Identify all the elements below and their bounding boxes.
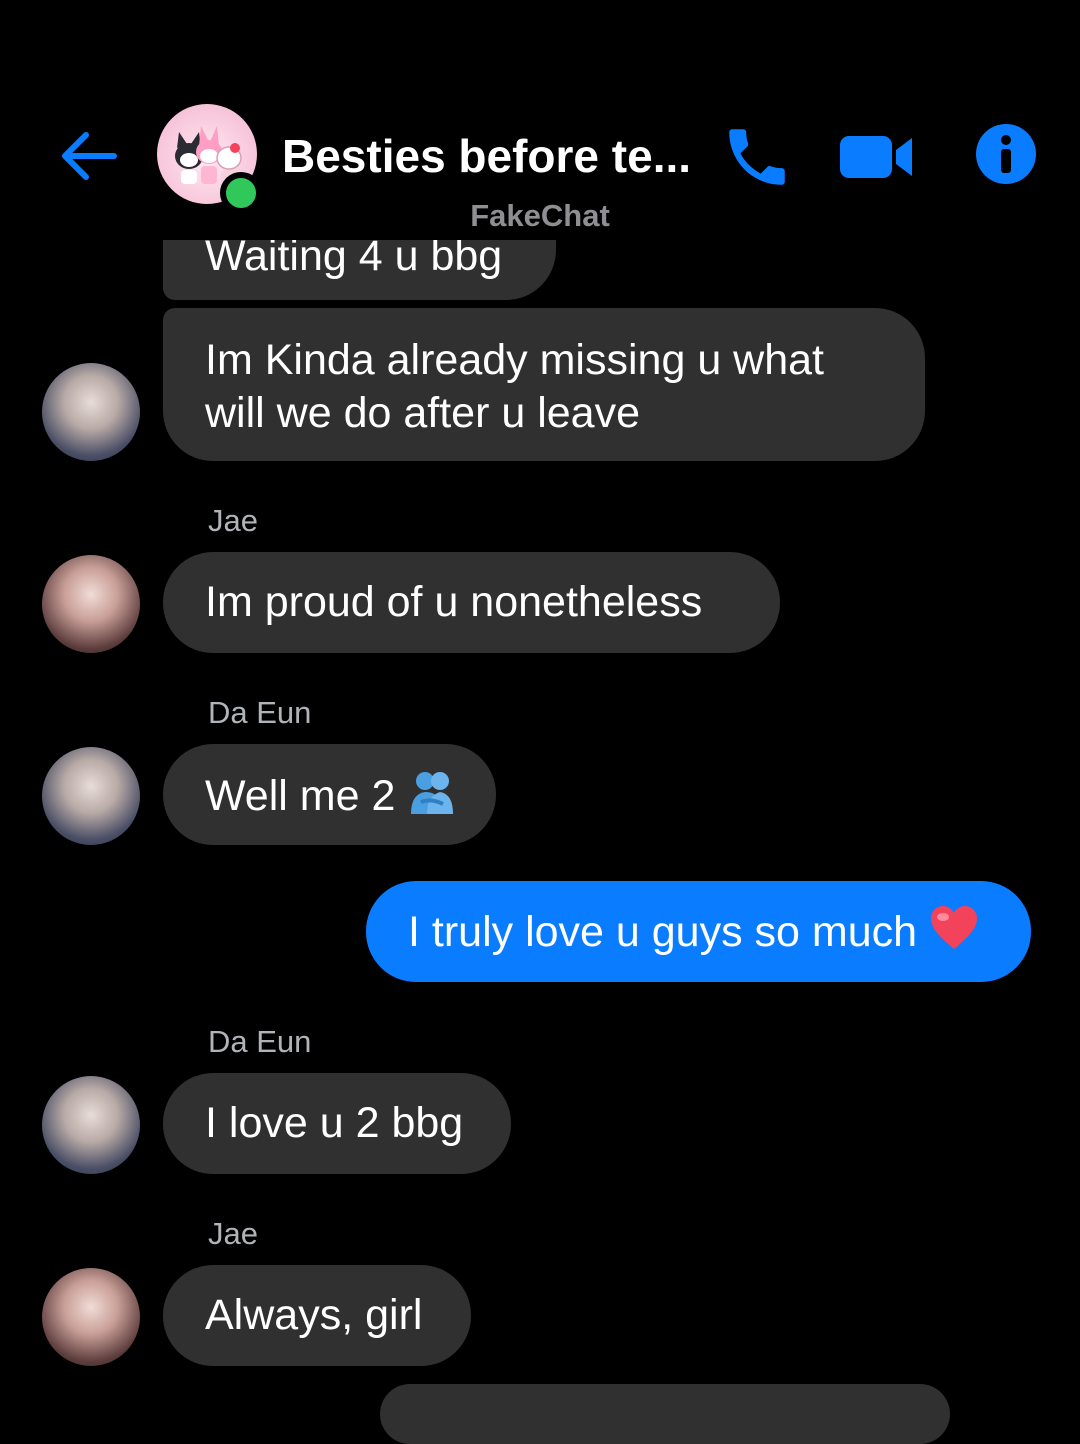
video-camera-icon <box>840 136 912 178</box>
message-text: Im proud of u nonetheless <box>205 578 703 626</box>
message-bubble-incoming[interactable]: Well me 2 <box>163 744 496 845</box>
voice-call-button[interactable] <box>720 120 794 194</box>
message-text: Well me 2 <box>205 771 396 820</box>
sender-avatar-jae[interactable] <box>42 555 140 653</box>
sender-name: Da Eun <box>208 695 312 730</box>
back-arrow-icon <box>62 132 117 180</box>
watermark-label: FakeChat <box>470 198 610 233</box>
message-text: I love u 2 bbg <box>205 1099 464 1147</box>
chat-header: Besties before te... FakeChat <box>0 0 1080 240</box>
sender-avatar-jae[interactable] <box>42 1268 140 1366</box>
sender-avatar-da-eun[interactable] <box>42 747 140 845</box>
message-bubble-incoming[interactable]: I love u 2 bbg <box>163 1073 511 1174</box>
message-text-line: will we do after u leave <box>205 389 640 437</box>
message-text: Always, girl <box>205 1291 423 1339</box>
back-button[interactable] <box>56 124 120 188</box>
message-bubble-incoming[interactable]: Im Kinda already missing u what will we … <box>163 308 925 461</box>
sender-name: Jae <box>208 1216 258 1251</box>
sender-name: Jae <box>208 503 258 538</box>
chat-title[interactable]: Besties before te... <box>282 128 692 184</box>
message-text-line: Im Kinda already missing u what <box>205 336 825 384</box>
online-status-dot <box>220 172 262 214</box>
video-call-button[interactable] <box>838 126 916 186</box>
people-hugging-emoji <box>407 768 457 829</box>
conversation-info-button[interactable] <box>974 122 1038 186</box>
message-bubble-outgoing[interactable]: I truly love u guys so much <box>366 881 1031 982</box>
sender-name: Da Eun <box>208 1024 312 1059</box>
sender-avatar-da-eun[interactable] <box>42 363 140 461</box>
sender-avatar-da-eun[interactable] <box>42 1076 140 1174</box>
message-bubble-incoming[interactable]: Im proud of u nonetheless <box>163 552 780 653</box>
message-bubble-partial[interactable] <box>380 1384 950 1444</box>
red-heart-emoji <box>929 905 979 964</box>
message-bubble-incoming[interactable]: Always, girl <box>163 1265 471 1366</box>
info-icon <box>976 124 1036 184</box>
phone-icon <box>729 129 785 185</box>
message-text: I truly love u guys so much <box>408 907 918 956</box>
